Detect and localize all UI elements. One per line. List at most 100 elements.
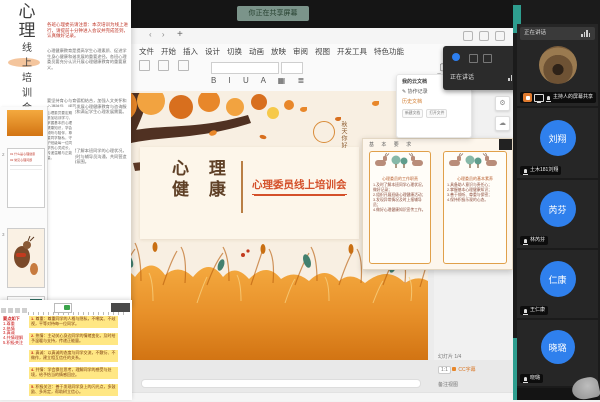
participant-tile[interactable]: 刘翔 土木181刘翔 (517, 108, 598, 178)
deer-thumbnail-art (8, 229, 42, 285)
avatar: 芮芬 (540, 191, 576, 227)
leaf-icon (372, 101, 379, 106)
secondary-slide-window: 基 本 要 求 心理委员的工作职责 1.及时了解本班同学心理状况，做好记录； 2… (362, 138, 513, 270)
stamp-icon (313, 121, 335, 143)
tab-transition[interactable]: 切换 (227, 46, 242, 57)
participant-name: 土木181刘翔 (520, 166, 561, 175)
account-icons[interactable] (463, 31, 505, 41)
toolbar-icon[interactable] (8, 308, 13, 313)
participant-tile[interactable]: 晓璐 晓璐 (517, 320, 598, 386)
document-tabstrip: ‹ › + (131, 28, 513, 45)
tab-design[interactable]: 设计 (205, 46, 220, 57)
camera-icon[interactable] (469, 54, 478, 63)
paste-icon[interactable] (139, 60, 150, 71)
speaking-indicator: 正在讲话 (450, 72, 474, 81)
tab-view[interactable]: 视图 (315, 46, 330, 57)
avatar-photo (539, 46, 577, 84)
highlighted-point: 2. 热情：主动关心身边同学的情绪变化，及时给予温暖与支持，传递正能量。 (29, 333, 118, 345)
tab-devtools[interactable]: 开发工具 (337, 46, 367, 57)
bell-icon[interactable] (479, 31, 489, 41)
deer-decoration (444, 152, 502, 170)
toolbar-icon[interactable] (1, 308, 6, 313)
deer-decoration (370, 152, 428, 170)
toolbar-icon[interactable] (22, 308, 27, 313)
document-red-note: 各班心理委员请注意：本次培训为线上进行，请提前十分钟进入会议并完成签到，认真做好… (47, 22, 129, 39)
participant-tile[interactable]: 芮芬 林芮芬 (517, 180, 598, 248)
meeting-sidebar: 正在讲话 主持人的屏幕共享 刘翔 土木181刘翔 芮芬 林芮芬 仁康 (513, 0, 600, 400)
note-view-label[interactable]: 备注视图 (438, 381, 458, 388)
avatar: 晓璐 (541, 330, 575, 364)
canvas-horizontal-scrollbar[interactable] (141, 379, 421, 388)
mic-icon (524, 169, 527, 173)
thumbnail-slide-3[interactable] (7, 228, 45, 288)
participant-name: 晓璐 (520, 374, 543, 383)
document-paragraph: 心理健康教育是提高学生心理素质、促进学生身心健康和谐发展的重要途径。各班心理委员… (47, 48, 129, 70)
speaking-header: 正在讲话 (520, 27, 595, 40)
font-size-combobox[interactable] (281, 62, 303, 74)
new-doc-chip[interactable]: 新建文档 (402, 109, 423, 118)
leaf-icon (300, 107, 307, 112)
ratio-chip[interactable]: 1:1 (438, 366, 451, 374)
settings-icon[interactable] (495, 31, 505, 41)
tab-review[interactable]: 审阅 (293, 46, 308, 57)
thumbnail-slide-2[interactable]: 01 什么是心理健康 02 常见心理问题 (7, 148, 45, 208)
undo-icon[interactable] (178, 60, 189, 71)
toolbar-icon[interactable] (15, 308, 20, 313)
open-file-chip[interactable]: 打开文件 (426, 109, 447, 118)
highlighted-point: 4. 共情：学会换位思考，理解同学的感受与处境，给予恰当的情感回应。 (29, 367, 118, 379)
notes-document-window: 要点如下 1.尊重 2.热情 3.真诚 4.共情理解 5.积极关注 1. 尊重：… (0, 300, 132, 400)
mic-icon (524, 309, 527, 313)
new-tab-button[interactable]: + (177, 29, 183, 40)
font-style-buttons[interactable]: B I U A ▦ ≣ (211, 76, 309, 85)
avatar: 刘翔 (540, 120, 576, 156)
participant-tile[interactable]: 仁康 王仁康 (517, 250, 598, 318)
tab-file[interactable]: 文件 (139, 46, 154, 57)
screen-share-icon (534, 94, 544, 102)
highlighted-point: 1. 尊重：尊重同学的人格与隐私，不嘲笑、不歧视，平等对待每一位同学。 (29, 316, 118, 328)
mic-icon (524, 239, 527, 243)
tab-nav-arrows[interactable]: ‹ › (149, 30, 169, 39)
thumbnail-slide-1[interactable] (7, 110, 43, 136)
mic-icon (524, 377, 527, 381)
more-icon[interactable] (483, 54, 492, 63)
slide-title: 心 理 健 康 (172, 159, 233, 201)
tab-features[interactable]: 特色功能 (374, 46, 404, 57)
audio-wave-icon (581, 30, 590, 37)
slide-subtitle: 心理委员线上培训会 (252, 177, 347, 195)
participant-name: 主持人的屏幕共享 (520, 92, 596, 103)
cc-subtitle-toggle[interactable]: CC字幕 (458, 367, 475, 373)
tab-animation[interactable]: 动画 (249, 46, 264, 57)
cloud-sidebutton[interactable]: ☁ (495, 116, 510, 131)
ruler (28, 312, 128, 315)
tab-insert[interactable]: 插入 (183, 46, 198, 57)
format-painter-icon[interactable] (158, 60, 169, 71)
font-name-combobox[interactable] (211, 62, 279, 74)
margin-annotations: 要点如下 1.尊重 2.热情 3.真诚 4.共情理解 5.积极关注 (3, 317, 23, 346)
deer-slide-title: 基 本 要 求 (369, 141, 414, 148)
slide-counter: 幻灯片 1/4 (438, 353, 461, 360)
window-titlebar (131, 0, 513, 28)
confirm-button[interactable] (64, 305, 70, 310)
view-controls: 1:1 CC字幕 (438, 366, 476, 374)
requirement-box-2: 心理委员的基本素养 1.具备助人意识与责任心； 2.掌握基本心理健康知识； 3.… (443, 151, 507, 264)
highlighted-point: 5. 积极关注：善于发现同学身上的闪光点，多鼓励、多肯定，帮助树立信心。 (29, 384, 118, 396)
participant-dot-icon (452, 53, 460, 61)
avatar: 仁康 (540, 261, 576, 297)
title-divider (241, 161, 243, 213)
window-notch (499, 139, 512, 150)
share-icon[interactable] (463, 31, 473, 41)
screen-share-banner[interactable]: 你正在共享屏幕 (237, 6, 309, 21)
settings-sidebutton[interactable]: ⚙ (495, 96, 510, 111)
thumbnail-number: 2 (2, 152, 5, 157)
participant-name: 林芮芬 (520, 236, 548, 245)
tab-slideshow[interactable]: 放映 (271, 46, 286, 57)
document-side-column: 心理委员要定期参加培训学习，掌握基本的心理健康知识，学会倾听与陪伴，尊重同学隐私… (45, 107, 75, 305)
dark-widget (111, 303, 130, 312)
requirement-box-1: 心理委员的工作职责 1.及时了解本班同学心理状况，做好记录； 2.组织开展班级心… (369, 151, 431, 264)
participant-tile-sharer[interactable]: 正在讲话 主持人的屏幕共享 (517, 24, 598, 106)
history-docs-item[interactable]: 历史文档 (397, 95, 471, 105)
thumbnail-number: 3 (2, 232, 5, 237)
participant-name: 王仁康 (520, 306, 548, 315)
tab-home[interactable]: 开始 (161, 46, 176, 57)
mini-toolbar (0, 302, 132, 311)
